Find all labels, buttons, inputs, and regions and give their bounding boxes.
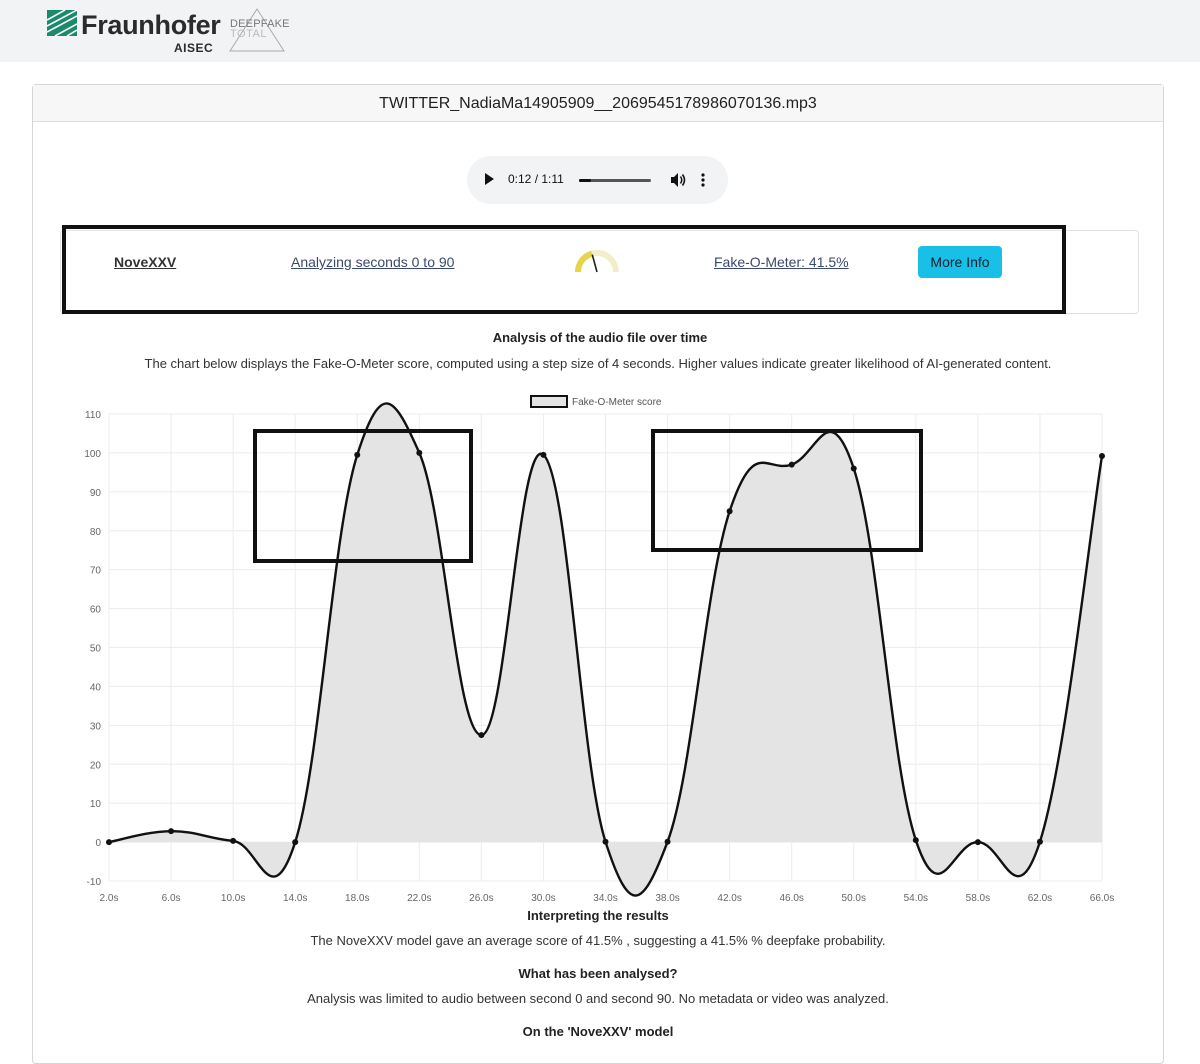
fake-o-meter-gauge-icon [575,250,619,273]
x-tick-label: 10.0s [221,893,245,904]
analysis-range-link[interactable]: Analyzing seconds 0 to 90 [291,254,454,270]
about-model-title: On the 'NoveXXV' model [522,1024,674,1039]
x-tick-label: 62.0s [1028,893,1052,904]
y-tick-label: 70 [90,566,102,577]
y-tick-label: 80 [90,527,102,538]
y-tick-label: 60 [90,605,102,616]
more-options-icon[interactable] [701,172,705,188]
y-tick-label: 90 [90,488,102,499]
product-bottom: TOTAL [230,28,267,40]
data-point [168,828,175,835]
y-tick-label: 0 [95,838,101,849]
fake-o-meter-link[interactable]: Fake-O-Meter: 41.5% [714,254,849,270]
y-tick-label: 110 [85,410,101,421]
x-tick-label: 14.0s [283,893,307,904]
y-tick-label: 40 [90,682,102,693]
audio-time: 0:12 / 1:11 [508,172,564,186]
file-title: TWITTER_NadiaMa14905909__206954517898607… [33,85,1163,122]
fake-o-meter-chart: -10 0 10 20 30 40 50 60 70 80 90 100 110 2.0s 6.0s 10.0… [84,395,1114,904]
x-tick-label: 34.0s [593,893,617,904]
x-tick-label: 58.0s [966,893,990,904]
y-tick-label: 20 [90,760,102,771]
deepfake-total-logo[interactable]: DEEPFAKE TOTAL [226,6,289,54]
x-tick-label: 18.0s [345,893,369,904]
x-tick-label: 54.0s [904,893,928,904]
highlight-box-peak-2 [651,429,923,552]
legend-label: Fake-O-Meter score [572,397,662,408]
data-point [106,839,112,846]
interpretation-title: Interpreting the results [527,908,669,923]
y-tick-label: 50 [90,644,102,655]
x-tick-label: 66.0s [1090,893,1114,904]
x-tick-label: 26.0s [469,893,493,904]
audio-seek-bar[interactable] [579,179,651,182]
data-point [230,837,237,844]
brand-name: Fraunhofer [81,10,221,40]
analysed-text: Analysis was limited to audio between se… [307,991,889,1006]
x-tick-label: 2.0s [100,893,119,904]
more-info-button[interactable]: More Info [918,246,1002,278]
legend-swatch [530,395,568,408]
x-tick-label: 46.0s [779,893,803,904]
data-point [602,838,609,845]
brand-sub: AISEC [174,41,214,55]
x-tick-label: 38.0s [655,893,679,904]
data-point [912,837,919,844]
data-point [540,451,547,458]
data-point [664,838,671,845]
y-tick-label: -10 [87,877,102,888]
x-tick-label: 22.0s [407,893,431,904]
x-tick-label: 42.0s [717,893,741,904]
y-tick-label: 10 [90,799,102,810]
play-icon[interactable] [485,173,494,185]
model-name-link[interactable]: NoveXXV [114,254,176,270]
data-point [1099,453,1105,460]
audio-player[interactable]: 0:12 / 1:11 [467,156,728,204]
x-tick-label: 50.0s [842,893,866,904]
top-bar: Fraunhofer AISEC DEEPFAKE TOTAL [0,0,1200,62]
highlight-box-result-row [62,225,1066,314]
fraunhofer-mark-icon [47,10,77,36]
highlight-box-peak-1 [253,429,473,563]
analysis-description: The chart below displays the Fake-O-Mete… [144,356,1052,371]
y-tick-label: 100 [84,449,101,460]
data-point [1036,838,1043,845]
analysed-title: What has been analysed? [518,966,678,981]
x-tick-label: 30.0s [531,893,555,904]
y-tick-label: 30 [90,721,102,732]
x-tick-label: 6.0s [162,893,181,904]
interpretation-text: The NoveXXV model gave an average score … [310,933,886,948]
volume-icon[interactable] [670,172,686,188]
analysis-title: Analysis of the audio file over time [492,330,708,345]
data-point [478,732,485,739]
data-point [974,839,981,846]
audio-seek-fill [579,179,592,182]
data-point [292,839,299,846]
